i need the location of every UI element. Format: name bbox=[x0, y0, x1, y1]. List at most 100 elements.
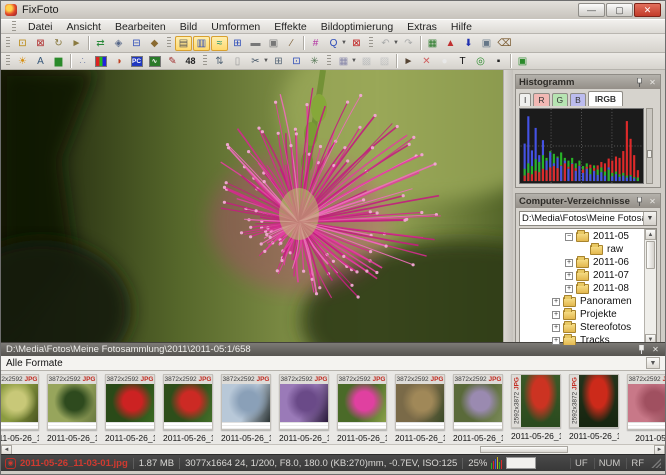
preview-panel-icon[interactable]: ≈ bbox=[211, 36, 228, 51]
sync-icon[interactable]: ⇄ bbox=[92, 36, 109, 51]
delete-tool-icon[interactable]: ✕ bbox=[418, 54, 435, 69]
toolbar-grip[interactable] bbox=[167, 37, 171, 49]
dual-view-icon[interactable]: ▣ bbox=[265, 36, 282, 51]
close-panel-icon[interactable]: ✕ bbox=[651, 345, 660, 354]
tree-expander-icon[interactable]: + bbox=[552, 337, 560, 345]
mask-icon[interactable]: ▦ bbox=[335, 54, 352, 69]
noise-icon[interactable]: ∴ bbox=[74, 54, 91, 69]
thumbnail-hscrollbar[interactable]: ◄ ► bbox=[1, 444, 665, 454]
tree-expander-icon[interactable]: + bbox=[552, 324, 560, 332]
tree-expander-icon[interactable]: + bbox=[552, 311, 560, 319]
scroll-up-icon[interactable]: ▲ bbox=[645, 229, 656, 240]
tree-item-panoramen[interactable]: +Panoramen bbox=[520, 295, 644, 308]
histogram-tab-g[interactable]: G bbox=[552, 93, 569, 106]
zoom-icon[interactable]: Q bbox=[325, 36, 342, 51]
brushes-icon[interactable]: ✎ bbox=[164, 54, 181, 69]
dot-tool-icon[interactable]: ▪ bbox=[490, 54, 507, 69]
scroll-thumb[interactable] bbox=[480, 446, 568, 453]
tree-expander-icon[interactable]: + bbox=[565, 259, 573, 267]
fit-window-icon[interactable]: ⊞ bbox=[270, 54, 287, 69]
close-panel-icon[interactable]: ✕ bbox=[648, 78, 657, 87]
color-balance-icon[interactable]: ◑ bbox=[110, 54, 127, 69]
thumbnail-item[interactable]: 3872x2592 JPG2011-05-26_11-... bbox=[221, 374, 271, 444]
toolbar-grip[interactable] bbox=[327, 55, 331, 67]
histogram-panel-header[interactable]: Histogramm ✕ bbox=[516, 75, 660, 89]
thumbnail-item[interactable]: 3872x2592 JPG2011-05-26_11-... bbox=[163, 374, 213, 444]
format-filter-bar[interactable]: Alle Formate ▼ bbox=[1, 356, 665, 371]
histogram-tab-i[interactable]: I bbox=[519, 93, 531, 106]
menu-bildoptimierung[interactable]: Bildoptimierung bbox=[314, 20, 400, 34]
tree-item-201107[interactable]: +2011-07 bbox=[520, 269, 644, 282]
frame-icon[interactable]: ▯ bbox=[229, 54, 246, 69]
viewer-scrollbar[interactable] bbox=[503, 70, 513, 342]
menu-bearbeiten[interactable]: Bearbeiten bbox=[108, 20, 173, 34]
thumbnail-item[interactable]: 2592x3872 JPG2011-05-26_11-... bbox=[569, 374, 619, 444]
tree-item-stereofotos[interactable]: +Stereofotos bbox=[520, 321, 644, 334]
minimize-button[interactable]: — bbox=[578, 3, 605, 17]
package-icon[interactable]: ◆ bbox=[146, 36, 163, 51]
title-bar[interactable]: FixFoto — ▢ ✕ bbox=[1, 1, 665, 19]
gradation-curve-icon[interactable]: ∿ bbox=[146, 54, 163, 69]
tree-item-201108[interactable]: +2011-08 bbox=[520, 282, 644, 295]
tree-expander-icon[interactable]: + bbox=[565, 272, 573, 280]
thumbnail-item[interactable]: 3872x2592 JPG2011-05-26_10... bbox=[0, 374, 39, 444]
open-image-icon[interactable]: ⊡ bbox=[14, 36, 31, 51]
thumbnail-item[interactable]: 3872x2592 JPG2011-05-26_11-... bbox=[395, 374, 445, 444]
tree-item-201106[interactable]: +2011-06 bbox=[520, 256, 644, 269]
pin-icon[interactable] bbox=[635, 197, 644, 206]
circle-tool-icon[interactable]: ● bbox=[436, 54, 453, 69]
resize-grip[interactable] bbox=[651, 458, 661, 468]
menu-extras[interactable]: Extras bbox=[400, 20, 444, 34]
export-view-icon[interactable]: ⊡ bbox=[288, 54, 305, 69]
thumbnail-item[interactable]: 2592x3872 JPG2011-05-26_11-... bbox=[511, 374, 561, 444]
histogram-tab-b[interactable]: B bbox=[570, 93, 586, 106]
auto-correct-icon[interactable]: A bbox=[32, 54, 49, 69]
save-icon[interactable]: ⬇ bbox=[460, 36, 477, 51]
levels-icon[interactable]: ▆ bbox=[50, 54, 67, 69]
ring-tool-icon[interactable]: ◎ bbox=[472, 54, 489, 69]
chart-image-icon[interactable]: ▲ bbox=[442, 36, 459, 51]
rename-image-icon[interactable]: ↻ bbox=[50, 36, 67, 51]
close-image-icon[interactable]: ⊠ bbox=[348, 36, 365, 51]
tree-expander-icon[interactable]: − bbox=[565, 233, 573, 241]
pin-icon[interactable] bbox=[637, 345, 646, 354]
image-viewer[interactable] bbox=[1, 70, 503, 342]
measure-icon[interactable]: ∕ bbox=[283, 36, 300, 51]
arrow-tool-icon[interactable]: ► bbox=[400, 54, 417, 69]
filter-dropdown-icon[interactable]: ▼ bbox=[646, 357, 660, 369]
directory-panel-header[interactable]: Computer-Verzeichnisse ✕ bbox=[516, 194, 660, 208]
thumbnail-item[interactable]: 3872x2592 JPG2011-05- bbox=[627, 374, 665, 444]
thumbnail-item[interactable]: 3872x2592 JPG2011-05-26_11-... bbox=[279, 374, 329, 444]
tree-item-raw[interactable]: raw bbox=[520, 243, 644, 256]
single-view-icon[interactable]: ▬ bbox=[247, 36, 264, 51]
thumbnail-item[interactable]: 3872x2592 JPG2011-05-26_10... bbox=[47, 374, 97, 444]
filmstrip-icon[interactable]: ▦ bbox=[424, 36, 441, 51]
menu-hilfe[interactable]: Hilfe bbox=[444, 20, 479, 34]
table-panel-icon[interactable]: ⊞ bbox=[229, 36, 246, 51]
close-button[interactable]: ✕ bbox=[634, 3, 661, 17]
bit-depth-icon[interactable]: 48 bbox=[182, 54, 199, 69]
rgb-channels-icon[interactable] bbox=[92, 54, 109, 69]
histogram-slider[interactable] bbox=[646, 108, 653, 184]
rotate-free-icon[interactable]: ✳ bbox=[306, 54, 323, 69]
menu-grip[interactable] bbox=[12, 21, 16, 33]
send-image-icon[interactable]: ► bbox=[68, 36, 85, 51]
menu-datei[interactable]: Datei bbox=[21, 20, 60, 34]
clean-icon[interactable]: ⌫ bbox=[496, 36, 513, 51]
session-icon[interactable]: ◈ bbox=[110, 36, 127, 51]
brightness-icon[interactable]: ☀ bbox=[14, 54, 31, 69]
menu-umformen[interactable]: Umformen bbox=[204, 20, 267, 34]
tree-item-201105[interactable]: −2011-05 bbox=[520, 230, 644, 243]
thumbnail-item[interactable]: 3872x2592 JPG2011-05-26_11-... bbox=[453, 374, 503, 444]
tree-item-projekte[interactable]: +Projekte bbox=[520, 308, 644, 321]
clipboard-panel-icon[interactable]: ▤ bbox=[175, 36, 192, 51]
menu-ansicht[interactable]: Ansicht bbox=[60, 20, 108, 34]
transfer-panel-icon[interactable]: ▥ bbox=[193, 36, 210, 51]
close-panel-icon[interactable]: ✕ bbox=[648, 197, 657, 206]
maximize-button[interactable]: ▢ bbox=[606, 3, 633, 17]
scroll-thumb[interactable] bbox=[646, 241, 655, 269]
monitor-icon[interactable]: ⊟ bbox=[128, 36, 145, 51]
histogram-tab-r[interactable]: R bbox=[533, 93, 549, 106]
toolbar-grip[interactable] bbox=[203, 55, 207, 67]
tree-item-tracks[interactable]: +Tracks bbox=[520, 334, 644, 345]
